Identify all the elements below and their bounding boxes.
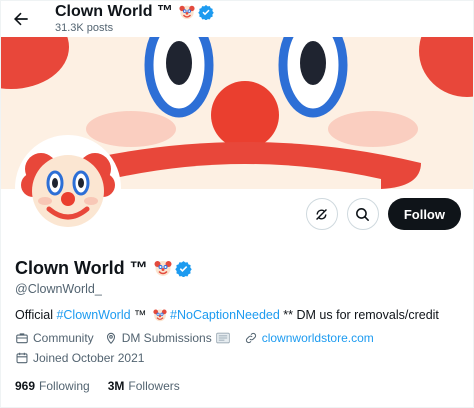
joined-label: Joined October 2021 — [33, 351, 145, 365]
bio-mid: ™ — [130, 308, 151, 322]
followers-count: 3M — [107, 379, 125, 393]
arrow-left-icon — [14, 12, 28, 26]
profile-name: Clown World ™ — [15, 257, 148, 278]
clown-emoji-icon — [179, 5, 195, 20]
avatar-clown-image — [19, 139, 117, 237]
followers-link[interactable]: 3M Followers — [108, 379, 180, 393]
header-title: Clown World ™ — [55, 2, 214, 21]
profile-avatar[interactable] — [15, 135, 121, 241]
profile-actions: Follow — [305, 198, 461, 230]
header-name: Clown World ™ — [55, 2, 173, 20]
hashtag-nocaptionneeded-link[interactable]: #NoCaptionNeeded — [170, 308, 280, 322]
search-icon — [356, 207, 370, 221]
profile-header: Clown World ™ 31.3K posts — [1, 1, 473, 37]
category-label: Community — [33, 331, 94, 345]
clown-emoji-icon — [153, 309, 167, 322]
profile-joined-row: Joined October 2021 — [15, 351, 465, 365]
category-item: Community — [15, 331, 94, 345]
location-label: DM Submissions — [121, 331, 212, 345]
profile-stats: 969 Following 3M Followers — [15, 379, 465, 393]
following-count: 969 — [15, 379, 36, 393]
profile-meta-row: Community DM Submissions clownworldstore… — [15, 331, 465, 345]
followers-label: Followers — [128, 379, 180, 393]
following-label: Following — [39, 379, 90, 393]
more-options-icon — [316, 208, 328, 220]
profile-handle: @ClownWorld_ — [15, 282, 102, 296]
verified-badge-icon — [174, 260, 192, 277]
clown-emoji-icon — [154, 261, 172, 276]
link-icon — [245, 332, 256, 344]
website-item[interactable]: clownworldstore.com — [244, 331, 374, 345]
header-text: Clown World ™ 31.3K posts — [55, 2, 214, 34]
briefcase-icon — [16, 333, 28, 344]
profile-info: Clown World ™ @ClownWorld_ Official #Clo… — [15, 257, 465, 394]
profile-name-row: Clown World ™ — [15, 257, 465, 279]
profile-bio: Official #ClownWorld ™ #NoCaptionNeeded … — [15, 308, 465, 322]
location-item: DM Submissions — [104, 331, 234, 345]
calendar-icon — [16, 352, 28, 364]
hashtag-clownworld-link[interactable]: #ClownWorld — [56, 308, 130, 322]
following-link[interactable]: 969 Following — [15, 379, 90, 393]
posts-count: 31.3K posts — [55, 21, 114, 34]
location-pin-icon — [106, 332, 115, 345]
bio-suffix: ** DM us for removals/credit — [279, 308, 439, 322]
back-button[interactable] — [1, 1, 41, 37]
more-options-button[interactable] — [305, 198, 338, 230]
follow-button[interactable]: Follow — [387, 198, 461, 230]
joined-item: Joined October 2021 — [15, 351, 144, 365]
profile-page: Clown World ™ 31.3K posts Follow Clown W… — [0, 0, 474, 408]
newspaper-emoji-icon — [216, 332, 230, 344]
bio-prefix: Official — [15, 308, 57, 322]
website-link[interactable]: clownworldstore.com — [262, 331, 374, 345]
verified-badge-icon — [198, 5, 214, 21]
search-button[interactable] — [346, 198, 379, 230]
